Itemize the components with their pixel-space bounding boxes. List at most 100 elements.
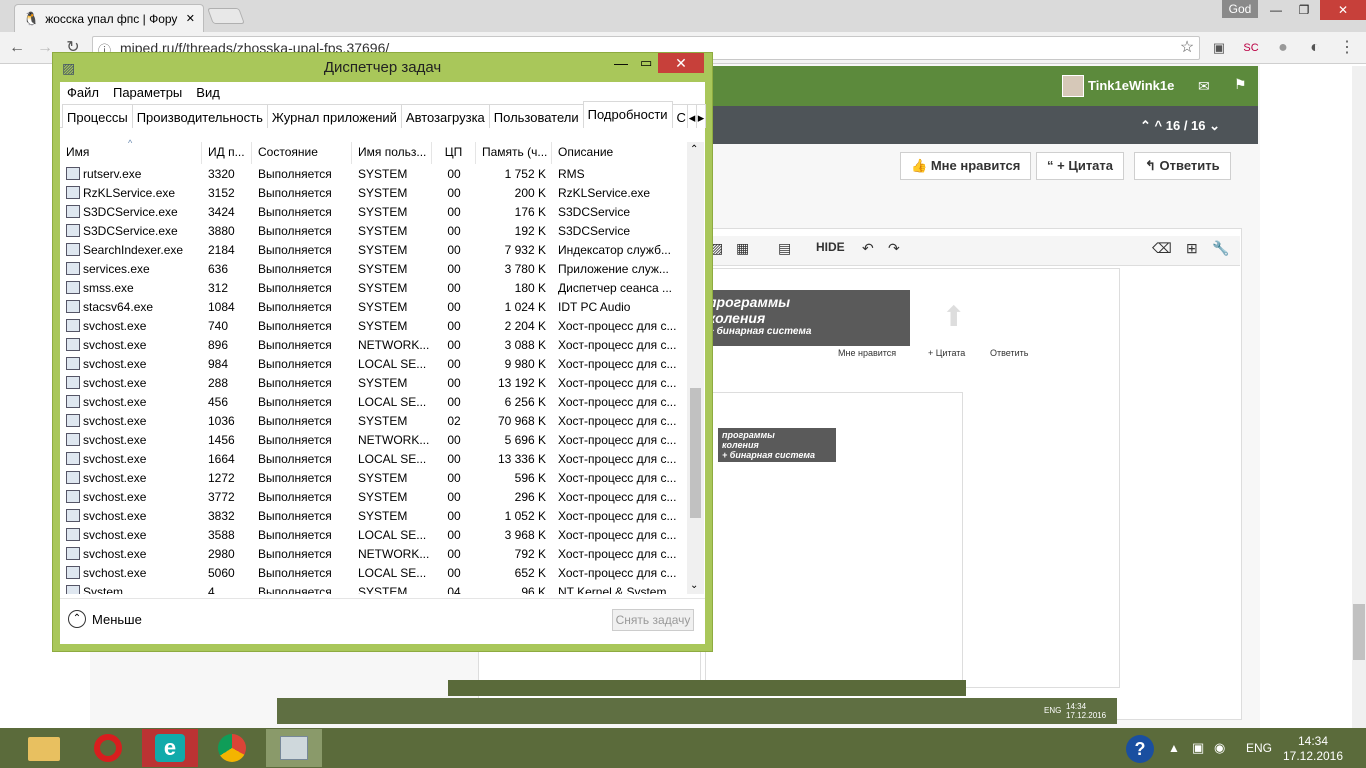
tm-minimize-icon[interactable]: — [614, 55, 628, 71]
col-name[interactable]: Имя [60, 142, 202, 164]
first-page-icon[interactable]: ⌃ [1140, 118, 1151, 133]
table-scrollbar[interactable] [687, 142, 704, 594]
language-indicator[interactable]: ENG [1246, 741, 1272, 755]
bookmark-star-icon[interactable]: ☆ [1176, 37, 1198, 59]
page-scrollbar-thumb[interactable] [1353, 604, 1365, 660]
maximize-icon[interactable]: ❐ [1290, 0, 1318, 20]
table-row[interactable]: svchost.exe 2980 Выполняется NETWORK... 00 79… [60, 544, 687, 563]
opera-icon[interactable] [80, 729, 136, 767]
tm-maximize-icon[interactable]: ▭ [640, 55, 652, 71]
eset-icon[interactable]: e [142, 729, 198, 767]
col-status[interactable]: Состояние [252, 142, 352, 164]
tab-services[interactable]: С... [671, 104, 688, 128]
close-tab-icon[interactable]: ✕ [186, 12, 195, 25]
reply-button[interactable]: ↰ Ответить [1134, 152, 1231, 180]
table-row[interactable]: stacsv64.exe 1084 Выполняется SYSTEM 00 1 024… [60, 297, 687, 316]
wrench-icon[interactable]: 🔧 [1212, 240, 1229, 257]
tab-processes[interactable]: Процессы [62, 104, 133, 128]
prev-page-icon[interactable]: ^ [1155, 118, 1163, 133]
minimize-icon[interactable]: — [1262, 0, 1290, 20]
tray-expand-icon[interactable]: ▲ [1168, 741, 1180, 755]
scroll-up-arrow-icon[interactable]: ⌃ [690, 144, 698, 155]
table-row[interactable]: smss.exe 312 Выполняется SYSTEM 00 180 K Диспе… [60, 278, 687, 297]
menu-file[interactable]: Файл [60, 82, 106, 104]
tab-scroll-right-icon[interactable]: ▸ [695, 104, 706, 128]
tab-details[interactable]: Подробности [582, 101, 673, 128]
table-row[interactable]: services.exe 636 Выполняется SYSTEM 00 3 780 … [60, 259, 687, 278]
back-icon[interactable]: ← [6, 37, 28, 59]
redo-icon[interactable]: ↷ [888, 240, 900, 257]
menu-options[interactable]: Параметры [106, 82, 189, 104]
table-row[interactable]: svchost.exe 3588 Выполняется LOCAL SE... 00 3… [60, 525, 687, 544]
table-row[interactable]: SearchIndexer.exe 2184 Выполняется SYSTEM 00… [60, 240, 687, 259]
col-cpu[interactable]: ЦП [432, 142, 476, 164]
browser-close-icon[interactable]: ✕ [1320, 0, 1366, 20]
process-description: NT Kernel & System [558, 584, 667, 595]
flag-icon[interactable]: ⚑ [1234, 76, 1247, 93]
scroll-down-arrow-icon[interactable]: ⌄ [690, 580, 698, 591]
system-clock[interactable]: 14:34 17.12.2016 [1282, 734, 1344, 764]
quote-button[interactable]: “ + Цитата [1036, 152, 1125, 180]
help-icon[interactable]: ? [1126, 735, 1154, 763]
table-row[interactable]: svchost.exe 3832 Выполняется SYSTEM 00 1 052 … [60, 506, 687, 525]
tab-app-history[interactable]: Журнал приложений [266, 104, 402, 128]
scroll-up-icon[interactable]: ⬆ [942, 300, 965, 333]
table-row[interactable]: svchost.exe 896 Выполняется NETWORK... 00 3 0… [60, 335, 687, 354]
tab-startup[interactable]: Автозагрузка [400, 104, 490, 128]
fewer-details-button[interactable]: ⌃ Меньше [68, 610, 142, 628]
like-button[interactable]: 👍 Мне нравится [900, 152, 1032, 180]
forum-username[interactable]: Tink1eWink1e [1088, 78, 1174, 93]
volume-icon[interactable]: ◉ [1214, 740, 1225, 756]
table-row[interactable]: S3DCService.exe 3424 Выполняется SYSTEM 00 17… [60, 202, 687, 221]
sync-icon[interactable]: ◐ [1304, 37, 1326, 59]
browser-tab-active[interactable]: 🐧 жосска упал фпс | Фору ✕ [14, 4, 204, 32]
save-icon[interactable]: ▤ [778, 240, 791, 257]
new-tab-button[interactable] [207, 8, 245, 24]
undo-icon[interactable]: ↶ [862, 240, 874, 257]
tm-close-icon[interactable]: ✕ [658, 53, 704, 73]
page-navigator[interactable]: ⌃ ^ 16 / 16 ⌄ [1140, 118, 1220, 134]
globe-icon[interactable]: ● [1272, 37, 1294, 59]
table-row[interactable]: svchost.exe 1456 Выполняется NETWORK... 00 5 … [60, 430, 687, 449]
process-pid: 3320 [208, 166, 235, 181]
table-scrollbar-thumb[interactable] [690, 388, 701, 518]
table-row[interactable]: rutserv.exe 3320 Выполняется SYSTEM 00 1 752 … [60, 164, 687, 183]
table-row[interactable]: svchost.exe 1036 Выполняется SYSTEM 02 70 968… [60, 411, 687, 430]
extension-icon[interactable]: ▣ [1208, 37, 1230, 59]
video-icon[interactable]: ▦ [736, 240, 749, 257]
table-row[interactable]: svchost.exe 1664 Выполняется LOCAL SE... 00 1… [60, 449, 687, 468]
table-row[interactable]: svchost.exe 984 Выполняется LOCAL SE... 00 9 … [60, 354, 687, 373]
expand-icon[interactable]: ⊞ [1186, 240, 1198, 257]
file-explorer-icon[interactable] [18, 729, 74, 767]
menu-view[interactable]: Вид [189, 82, 227, 104]
table-row[interactable]: RzKLService.exe 3152 Выполняется SYSTEM 00 20… [60, 183, 687, 202]
col-description[interactable]: Описание [552, 142, 682, 164]
process-name-cell: smss.exe [60, 281, 202, 295]
next-page-icon[interactable]: ⌄ [1209, 118, 1220, 133]
table-row[interactable]: svchost.exe 456 Выполняется LOCAL SE... 00 6 … [60, 392, 687, 411]
chrome-icon[interactable] [204, 729, 260, 767]
eraser-icon[interactable]: ⌫ [1152, 240, 1172, 257]
table-row[interactable]: svchost.exe 740 Выполняется SYSTEM 00 2 204 K… [60, 316, 687, 335]
table-row[interactable]: svchost.exe 288 Выполняется SYSTEM 00 13 192 … [60, 373, 687, 392]
end-task-button[interactable]: Снять задачу [612, 609, 694, 631]
mail-icon[interactable]: ✉ [1198, 78, 1210, 95]
table-row[interactable]: svchost.exe 1272 Выполняется SYSTEM 00 596 K Х… [60, 468, 687, 487]
table-row[interactable]: svchost.exe 5060 Выполняется LOCAL SE... 00 6… [60, 563, 687, 582]
network-icon[interactable]: ▣ [1192, 740, 1204, 756]
process-description: Хост-процесс для с... [558, 489, 677, 504]
table-row[interactable]: svchost.exe 3772 Выполняется SYSTEM 00 296 K Х… [60, 487, 687, 506]
col-memory[interactable]: Память (ч... [476, 142, 552, 164]
avatar[interactable] [1062, 75, 1084, 97]
hide-button[interactable]: HIDE [816, 240, 845, 254]
process-cpu: 00 [447, 280, 461, 295]
table-row[interactable]: System 4 Выполняется SYSTEM 04 96 K NT Kernel … [60, 582, 687, 594]
col-username[interactable]: Имя польз... [352, 142, 432, 164]
menu-icon[interactable]: ⋮ [1336, 37, 1358, 59]
table-row[interactable]: S3DCService.exe 3880 Выполняется SYSTEM 00 19… [60, 221, 687, 240]
sc-extension-icon[interactable]: SC [1240, 37, 1262, 59]
tab-performance[interactable]: Производительность [131, 104, 268, 128]
tab-users[interactable]: Пользователи [488, 104, 584, 128]
task-manager-taskbar-icon[interactable] [266, 729, 322, 767]
col-pid[interactable]: ИД п... [202, 142, 252, 164]
